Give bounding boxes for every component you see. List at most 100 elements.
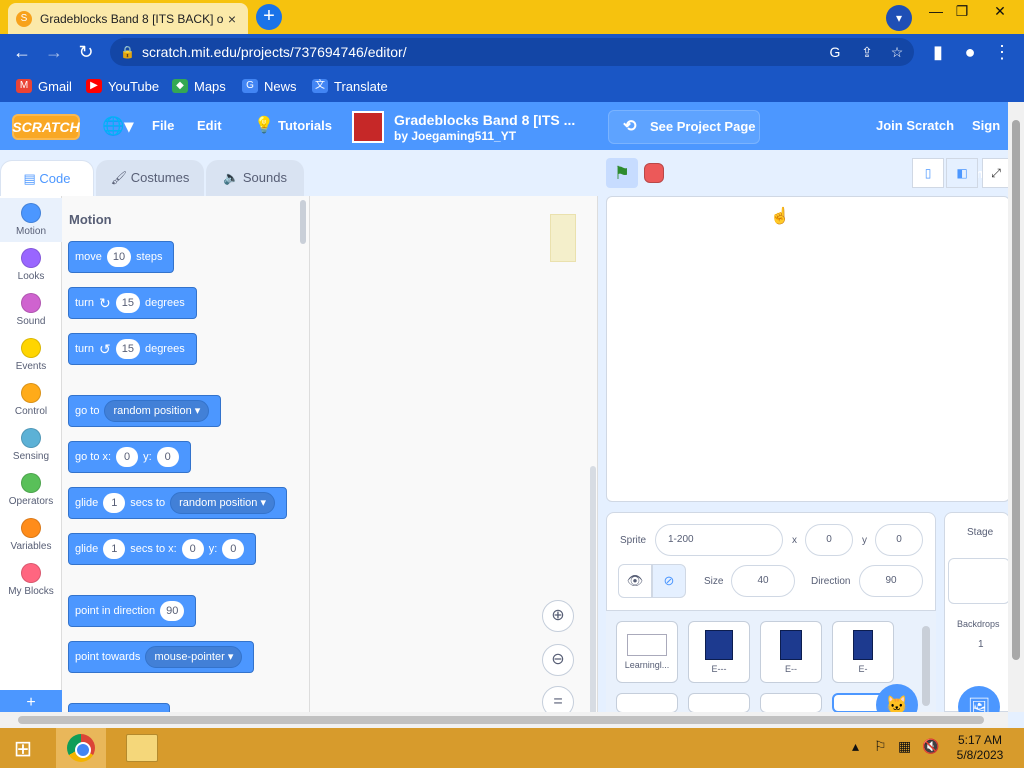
block-turn-right[interactable]: turn ↻ 15 degrees	[68, 287, 197, 319]
url-bar[interactable]: 🔒 scratch.mit.edu/projects/737694746/edi…	[110, 38, 914, 66]
bookmark-maps[interactable]: ◆ Maps	[172, 77, 226, 95]
block-go-to[interactable]: go to random position ▾	[68, 395, 222, 427]
file-menu[interactable]: File	[152, 102, 174, 150]
tab-search-icon[interactable]: ▾	[886, 5, 912, 31]
green-flag-icon[interactable]: ⚑	[606, 158, 638, 188]
show-sprite-eye-icon[interactable]: 👁	[618, 564, 652, 598]
steps-input[interactable]: 10	[106, 247, 132, 267]
sprite-thumbnail[interactable]: E-	[832, 621, 894, 683]
network-icon[interactable]: ▦	[898, 738, 911, 755]
chrome-taskbar-button[interactable]	[56, 728, 106, 768]
edit-menu[interactable]: Edit	[197, 102, 222, 150]
sprite-thumbnail[interactable]	[616, 693, 678, 713]
y-field[interactable]: 0	[875, 524, 923, 556]
category-sound[interactable]: Sound	[0, 288, 62, 332]
volume-muted-icon[interactable]: 🔇	[922, 738, 939, 755]
sprite-thumbnail[interactable]	[688, 693, 750, 713]
stage-canvas[interactable]	[606, 196, 1010, 502]
bookmark-gmail[interactable]: M Gmail	[16, 77, 72, 95]
category-my-blocks[interactable]: My Blocks	[0, 558, 62, 602]
bookmark-star-icon[interactable]: ☆	[888, 43, 906, 61]
forward-icon[interactable]: →	[44, 42, 64, 62]
scratch-logo[interactable]: SCRATCH	[12, 114, 80, 140]
join-scratch-link[interactable]: Join Scratch	[876, 102, 954, 150]
stop-sign-icon[interactable]	[644, 163, 664, 183]
profile-avatar-icon[interactable]: ●	[960, 42, 980, 62]
block-go-to-xy[interactable]: go to x: 0 y: 0	[68, 441, 191, 473]
go-to-target-dropdown[interactable]: random position ▾	[104, 400, 210, 422]
glide-target-dropdown[interactable]: random position ▾	[170, 492, 275, 514]
tab-costumes[interactable]: 🖌 Costumes	[96, 160, 204, 196]
sign-in-link[interactable]: Sign in	[972, 102, 1012, 181]
action-center-flag-icon[interactable]: ⚐	[874, 738, 887, 755]
size-field[interactable]: 40	[731, 565, 795, 597]
category-control[interactable]: Control	[0, 378, 62, 422]
palette-scrollbar[interactable]	[300, 200, 306, 244]
category-sensing[interactable]: Sensing	[0, 423, 62, 467]
horizontal-scroll-thumb[interactable]	[18, 716, 984, 724]
degrees-input[interactable]: 15	[115, 293, 140, 313]
category-variables[interactable]: Variables	[0, 513, 62, 557]
point-towards-dropdown[interactable]: mouse-pointer ▾	[145, 646, 243, 668]
secs-input[interactable]: 1	[103, 493, 126, 513]
tab-code[interactable]: ▤ Code	[0, 160, 94, 196]
block-glide-to[interactable]: glide 1 secs to random position ▾	[68, 487, 287, 519]
fullscreen-icon[interactable]: ⤢	[982, 158, 1010, 188]
script-workspace[interactable]: ⊕ ⊖ =	[310, 196, 598, 718]
block-turn-left[interactable]: turn ↺ 15 degrees	[68, 333, 197, 365]
vertical-scroll-thumb[interactable]	[1012, 120, 1020, 660]
google-lens-icon[interactable]: G	[826, 43, 844, 61]
category-events[interactable]: Events	[0, 333, 62, 377]
system-clock[interactable]: 5:17 AM 5/8/2023	[950, 733, 1010, 763]
hide-sprite-eye-icon[interactable]: ⊘	[652, 564, 686, 598]
reload-icon[interactable]: ↻	[76, 42, 96, 62]
workspace-scrollbar[interactable]	[590, 466, 596, 716]
large-stage-icon[interactable]: ◧	[946, 158, 978, 188]
block-point-towards[interactable]: point towards mouse-pointer ▾	[68, 641, 255, 673]
zoom-in-icon[interactable]: ⊕	[542, 600, 574, 632]
bookmark-news[interactable]: G News	[242, 77, 297, 95]
restore-icon[interactable]: ❐	[946, 0, 978, 28]
sprite-thumbnail[interactable]	[760, 693, 822, 713]
stage-target-panel[interactable]: Stage Backdrops 1	[944, 512, 1010, 712]
sprite-thumbnail[interactable]: E---	[688, 621, 750, 683]
share-icon[interactable]: ⇪	[858, 43, 876, 61]
category-looks[interactable]: Looks	[0, 243, 62, 287]
project-author[interactable]: by Joegaming511_YT	[394, 129, 516, 143]
sprite-list-scrollbar[interactable]	[922, 626, 930, 706]
page-horizontal-scrollbar[interactable]	[0, 712, 1008, 728]
secs-input[interactable]: 1	[103, 539, 126, 559]
small-stage-icon[interactable]: ▯	[912, 158, 944, 188]
x-input[interactable]: 0	[116, 447, 139, 467]
y-input[interactable]: 0	[156, 447, 179, 467]
browser-tab[interactable]: S Gradeblocks Band 8 [ITS BACK] on Scrat…	[8, 3, 248, 34]
degrees-input[interactable]: 15	[115, 339, 140, 359]
direction-field[interactable]: 90	[859, 565, 923, 597]
block-move-steps[interactable]: move 10 steps	[68, 241, 175, 273]
bookmark-translate[interactable]: 文 Translate	[312, 77, 388, 95]
tab-sounds[interactable]: 🔈 Sounds	[206, 160, 304, 196]
block-glide-to-xy[interactable]: glide 1 secs to x: 0 y: 0	[68, 533, 257, 565]
y-input[interactable]: 0	[222, 539, 245, 559]
x-field[interactable]: 0	[805, 524, 853, 556]
block-point-in-direction[interactable]: point in direction 90	[68, 595, 197, 627]
see-project-page-button[interactable]: ⟲ See Project Page	[608, 110, 760, 144]
sprite-thumbnail[interactable]: Learningl...	[616, 621, 678, 683]
direction-input[interactable]: 90	[160, 601, 185, 621]
language-globe-icon[interactable]: 🌐▾	[102, 102, 133, 150]
category-operators[interactable]: Operators	[0, 468, 62, 512]
bookmark-youtube[interactable]: ▶ YouTube	[86, 77, 159, 95]
sprite-thumbnail[interactable]: E--	[760, 621, 822, 683]
back-icon[interactable]: ←	[12, 42, 32, 62]
windows-start-icon[interactable]: ⊞	[8, 736, 38, 762]
new-tab-button[interactable]: +	[256, 4, 282, 30]
chrome-menu-icon[interactable]: ⋮	[992, 42, 1012, 62]
file-explorer-icon[interactable]	[126, 734, 158, 762]
side-panel-icon[interactable]: ▮	[928, 42, 948, 62]
sprite-name-field[interactable]: 1-200	[655, 524, 783, 556]
zoom-out-icon[interactable]: ⊖	[542, 644, 574, 676]
tray-overflow-icon[interactable]: ▴	[852, 738, 859, 755]
close-window-icon[interactable]: ✕	[984, 0, 1016, 28]
tutorials-menu[interactable]: Tutorials	[278, 102, 332, 150]
stage-thumbnail[interactable]	[948, 558, 1010, 604]
